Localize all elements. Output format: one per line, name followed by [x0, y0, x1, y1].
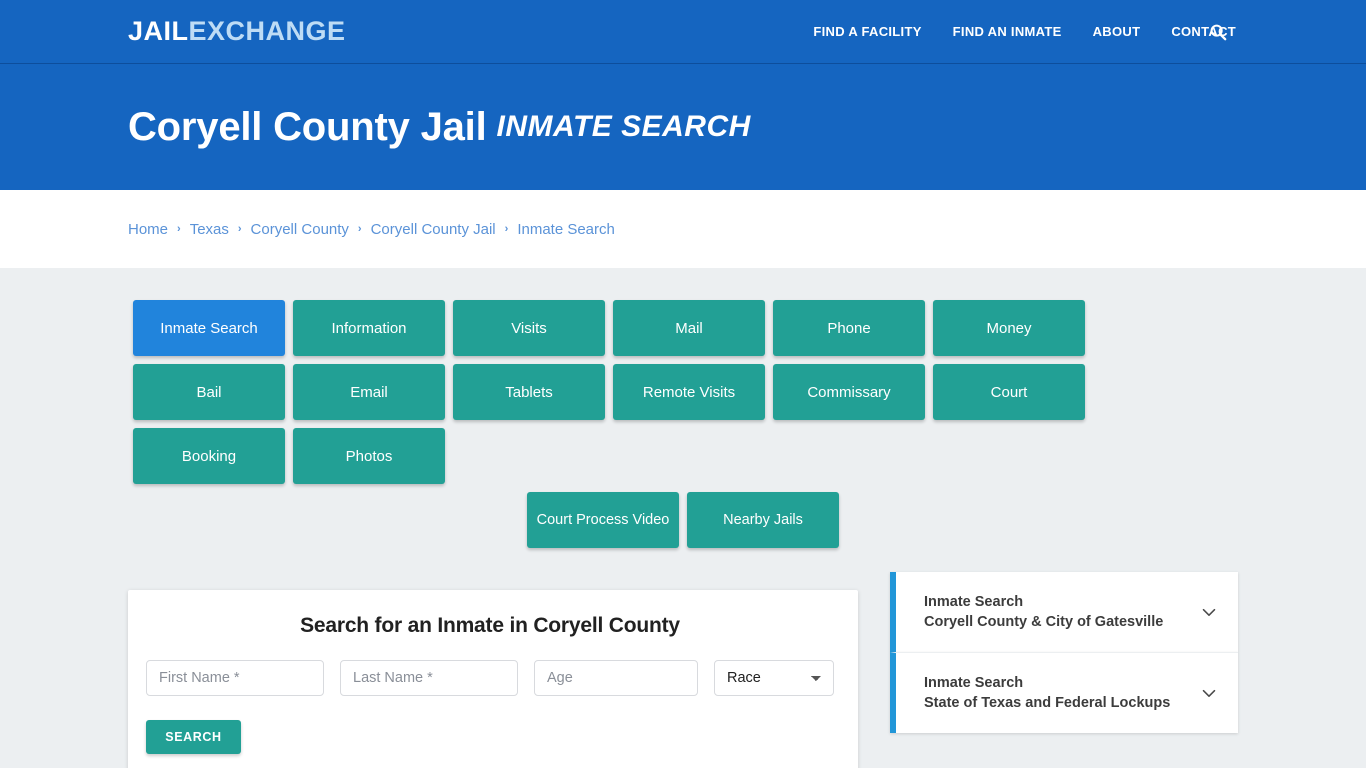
breadcrumb-separator-icon: › [237, 223, 242, 235]
search-button[interactable]: SEARCH [146, 720, 241, 754]
tab-visits[interactable]: Visits [453, 300, 605, 356]
nav-item-about[interactable]: ABOUT [1093, 24, 1141, 39]
sidebar-item-text: Inmate Search Coryell County & City of G… [924, 592, 1188, 632]
breadcrumb-bar: Home › Texas › Coryell County › Coryell … [0, 190, 1366, 268]
sidebar-item-inmate-search-county[interactable]: Inmate Search Coryell County & City of G… [890, 572, 1238, 652]
tab-money[interactable]: Money [933, 300, 1085, 356]
chevron-down-icon[interactable] [1198, 601, 1220, 623]
sidebar-item-title: Inmate Search [924, 675, 1024, 691]
tab-court[interactable]: Court [933, 364, 1085, 420]
chevron-down-icon[interactable] [1198, 682, 1220, 704]
breadcrumb-separator-icon: › [177, 223, 181, 235]
tab-remote-visits[interactable]: Remote Visits [613, 364, 765, 420]
breadcrumb: Home › Texas › Coryell County › Coryell … [128, 221, 615, 238]
breadcrumb-item-inmate-search[interactable]: Inmate Search [517, 221, 615, 238]
page-title: Coryell County Jail [128, 104, 487, 149]
search-form-row: Race [146, 660, 834, 696]
tab-email[interactable]: Email [293, 364, 445, 420]
breadcrumb-separator-icon: › [504, 223, 509, 235]
last-name-input[interactable] [340, 660, 518, 696]
search-card-title: Search for an Inmate in Coryell County [300, 614, 680, 637]
facility-tab-grid-row-3: Court Process Video Nearby Jails [133, 492, 1233, 548]
tab-court-process-video[interactable]: Court Process Video [527, 492, 679, 548]
site-logo[interactable]: JAILEXCHANGE [128, 16, 346, 47]
primary-navigation: FIND A FACILITY FIND AN INMATE ABOUT CON… [813, 24, 1366, 39]
main-content: Inmate Search Information Visits Mail Ph… [0, 268, 1366, 768]
sidebar-item-text: Inmate Search State of Texas and Federal… [924, 673, 1188, 713]
page-subtitle: INMATE SEARCH [496, 110, 751, 143]
age-input[interactable] [534, 660, 698, 696]
tab-nearby-jails[interactable]: Nearby Jails [687, 492, 839, 548]
tab-mail[interactable]: Mail [613, 300, 765, 356]
page-hero: Coryell County Jail INMATE SEARCH [0, 64, 1366, 190]
race-select[interactable]: Race [714, 660, 834, 696]
logo-text-primary: JAIL [128, 16, 189, 46]
breadcrumb-item-texas[interactable]: Texas [190, 221, 229, 238]
tab-commissary[interactable]: Commissary [773, 364, 925, 420]
breadcrumb-separator-icon: › [357, 223, 362, 235]
site-header: JAILEXCHANGE FIND A FACILITY FIND AN INM… [0, 0, 1366, 64]
tab-tablets[interactable]: Tablets [453, 364, 605, 420]
content-columns: Search for an Inmate in Coryell County R… [128, 572, 1238, 768]
sidebar-item-inmate-search-state[interactable]: Inmate Search State of Texas and Federal… [890, 652, 1238, 733]
tab-booking[interactable]: Booking [133, 428, 285, 484]
nav-item-find-an-inmate[interactable]: FIND AN INMATE [953, 24, 1062, 39]
facility-tab-grid: Inmate Search Information Visits Mail Ph… [133, 300, 1233, 484]
logo-text-secondary: EXCHANGE [188, 16, 346, 46]
left-column: Search for an Inmate in Coryell County R… [128, 590, 858, 768]
tab-photos[interactable]: Photos [293, 428, 445, 484]
search-icon[interactable] [1207, 21, 1229, 43]
tab-phone[interactable]: Phone [773, 300, 925, 356]
tab-information[interactable]: Information [293, 300, 445, 356]
breadcrumb-item-coryell-county-jail[interactable]: Coryell County Jail [371, 221, 496, 238]
sidebar-item-subtitle: Coryell County & City of Gatesville [924, 614, 1164, 630]
tab-bail[interactable]: Bail [133, 364, 285, 420]
sidebar: Inmate Search Coryell County & City of G… [890, 572, 1238, 733]
tab-inmate-search[interactable]: Inmate Search [133, 300, 285, 356]
sidebar-item-title: Inmate Search [924, 594, 1024, 610]
sidebar-item-subtitle: State of Texas and Federal Lockups [924, 695, 1171, 711]
first-name-input[interactable] [146, 660, 324, 696]
inmate-search-card: Search for an Inmate in Coryell County R… [128, 590, 858, 768]
breadcrumb-item-coryell-county[interactable]: Coryell County [251, 221, 349, 238]
nav-item-find-a-facility[interactable]: FIND A FACILITY [813, 24, 921, 39]
breadcrumb-item-home[interactable]: Home [128, 221, 168, 238]
